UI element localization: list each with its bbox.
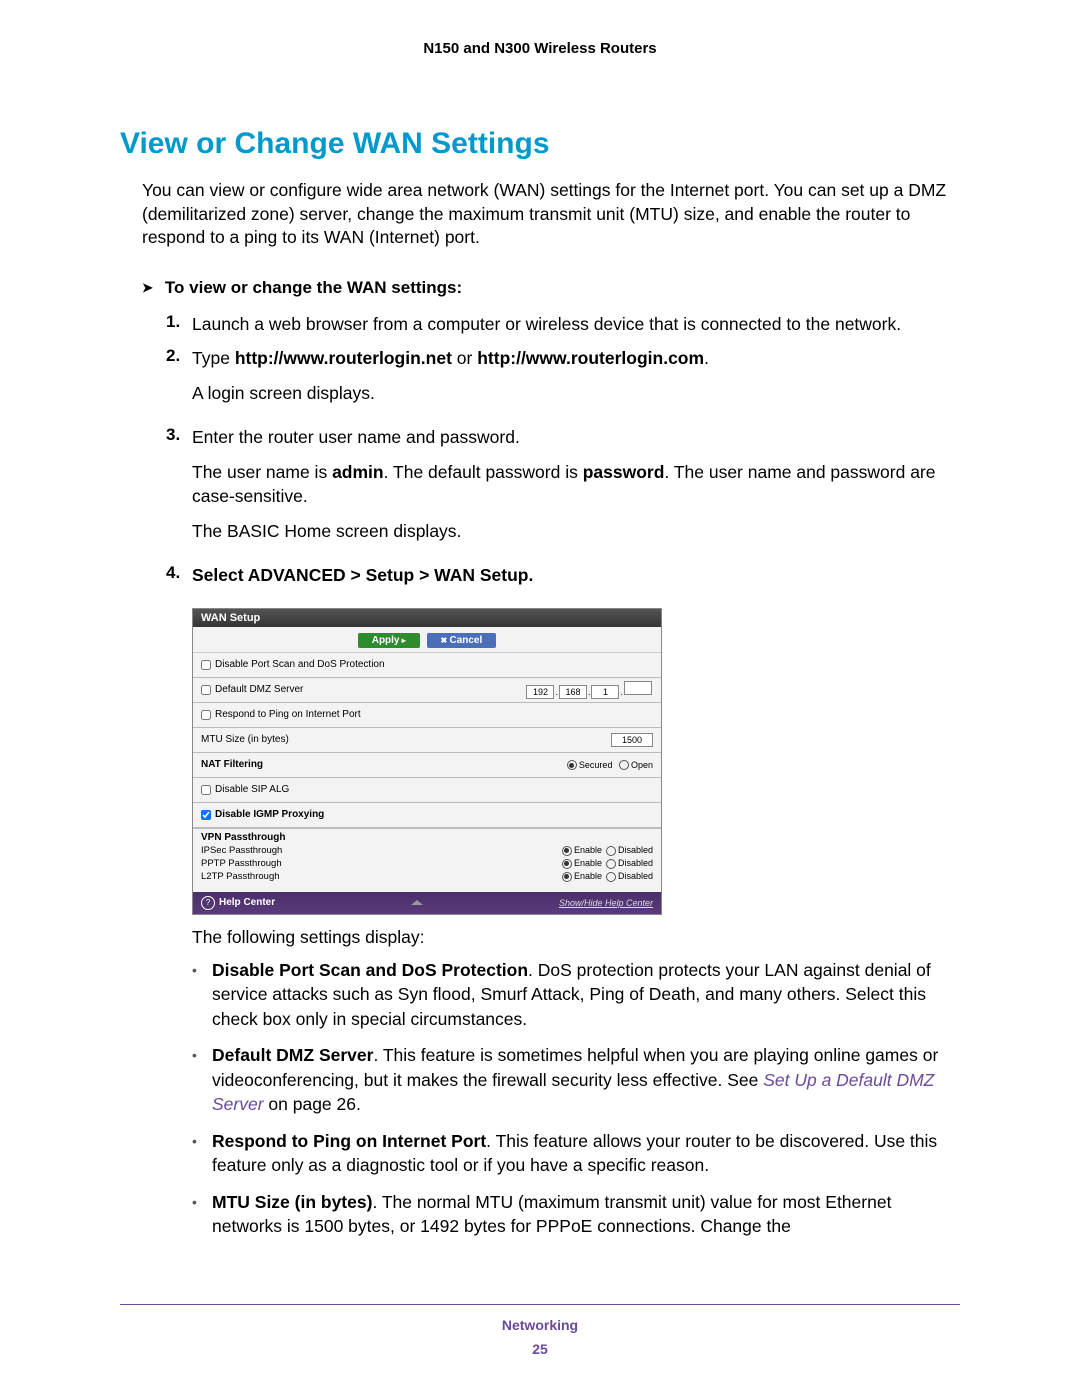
step-4-text: Select ADVANCED > Setup > WAN Setup. <box>192 563 960 588</box>
page-header: N150 and N300 Wireless Routers <box>120 40 960 57</box>
nat-radio-group[interactable]: Secured Open <box>563 760 653 771</box>
vpn-header: VPN Passthrough <box>193 828 661 844</box>
step-2-note: A login screen displays. <box>192 381 960 406</box>
main-heading: View or Change WAN Settings <box>120 127 960 161</box>
apply-button[interactable]: Apply <box>358 633 420 648</box>
cancel-button[interactable]: Cancel <box>427 633 497 648</box>
igmp-row: Disable IGMP Proxying <box>201 809 324 820</box>
step-number: 2. <box>166 346 192 415</box>
step-number: 3. <box>166 425 192 553</box>
intro-paragraph: You can view or configure wide area netw… <box>142 179 960 250</box>
step-3b-text: The user name is admin. The default pass… <box>192 460 960 509</box>
bullet-icon: • <box>192 1043 212 1117</box>
bullet-2: Default DMZ Server. This feature is some… <box>212 1043 960 1117</box>
portscan-row: Disable Port Scan and DoS Protection <box>201 659 385 670</box>
step-1-text: Launch a web browser from a computer or … <box>192 312 960 337</box>
wan-setup-screenshot: WAN Setup Apply Cancel Disable Port Scan… <box>192 608 662 915</box>
pptp-label: PPTP Passthrough <box>201 858 282 869</box>
step-number: 4. <box>166 563 192 598</box>
help-icon: ? <box>201 896 215 910</box>
footer-page-number: 25 <box>120 1341 960 1357</box>
ipsec-radio-group[interactable]: EnableDisabled <box>558 845 653 856</box>
step-number: 1. <box>166 312 192 337</box>
ipsec-label: IPSec Passthrough <box>201 845 282 856</box>
task-heading-text: To view or change the WAN settings: <box>165 278 462 297</box>
l2tp-label: L2TP Passthrough <box>201 871 280 882</box>
ping-row: Respond to Ping on Internet Port <box>201 709 361 720</box>
mtu-label: MTU Size (in bytes) <box>201 734 289 745</box>
dmz-checkbox[interactable] <box>201 685 211 695</box>
expand-icon[interactable] <box>411 900 423 905</box>
nat-open-radio[interactable] <box>619 760 629 770</box>
bullet-4: MTU Size (in bytes). The normal MTU (max… <box>212 1190 960 1239</box>
nat-secured-radio[interactable] <box>567 760 577 770</box>
settings-intro: The following settings display: <box>192 927 960 948</box>
footer-section: Networking <box>120 1317 960 1333</box>
portscan-checkbox[interactable] <box>201 660 211 670</box>
task-heading: ➤ To view or change the WAN settings: <box>142 278 960 298</box>
igmp-checkbox[interactable] <box>201 810 211 820</box>
bullet-3: Respond to Ping on Internet Port. This f… <box>212 1129 960 1178</box>
bullet-1: Disable Port Scan and DoS Protection. Do… <box>212 958 960 1032</box>
dmz-row: Default DMZ Server <box>201 684 303 695</box>
bullet-icon: • <box>192 1129 212 1178</box>
footer-divider <box>120 1304 960 1305</box>
step-2-text: Type http://www.routerlogin.net or http:… <box>192 346 960 371</box>
pptp-radio-group[interactable]: EnableDisabled <box>558 858 653 869</box>
sip-row: Disable SIP ALG <box>201 784 289 795</box>
help-toggle-link[interactable]: Show/Hide Help Center <box>559 898 653 908</box>
help-center-bar[interactable]: ?Help Center Show/Hide Help Center <box>193 892 661 914</box>
wan-title-bar: WAN Setup <box>193 609 661 627</box>
dmz-ip-fields[interactable]: 192.168.1. <box>525 681 653 699</box>
l2tp-radio-group[interactable]: EnableDisabled <box>558 871 653 882</box>
chevron-right-icon: ➤ <box>142 280 153 296</box>
mtu-input[interactable]: 1500 <box>611 733 653 747</box>
ping-checkbox[interactable] <box>201 710 211 720</box>
bullet-icon: • <box>192 1190 212 1239</box>
step-3a-text: Enter the router user name and password. <box>192 425 960 450</box>
step-3c-text: The BASIC Home screen displays. <box>192 519 960 544</box>
bullet-icon: • <box>192 958 212 1032</box>
sip-checkbox[interactable] <box>201 785 211 795</box>
nat-label: NAT Filtering <box>201 759 263 770</box>
